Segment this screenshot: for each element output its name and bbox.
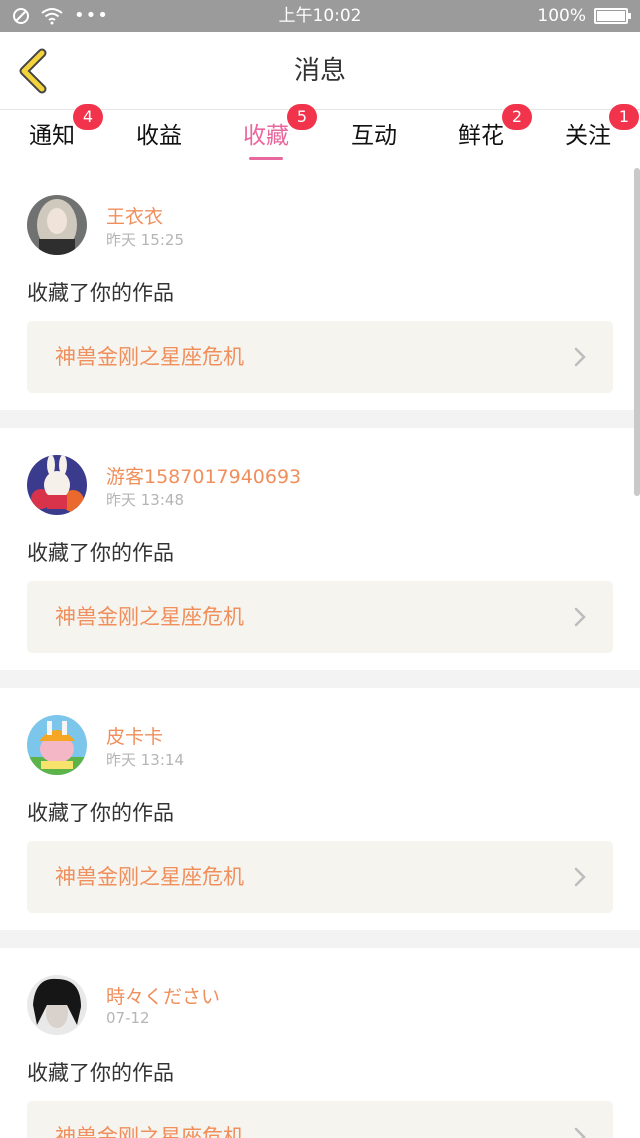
list-item: 時々ください 07-12 收藏了你的作品 神兽金刚之星座危机 — [0, 948, 640, 1138]
tab-badge: 5 — [287, 104, 317, 130]
divider — [0, 670, 640, 688]
tab-favorites[interactable]: 收藏 5 — [221, 104, 317, 168]
work-title: 神兽金刚之星座危机 — [55, 1125, 244, 1138]
user-name[interactable]: 王衣衣 — [106, 202, 163, 229]
user-name[interactable]: 時々ください — [106, 982, 220, 1009]
action-text: 收藏了你的作品 — [27, 281, 174, 305]
avatar[interactable] — [27, 455, 87, 515]
user-name[interactable]: 皮卡卡 — [106, 722, 163, 749]
message-tabs: 通知 4 收益 收藏 5 互动 鲜花 2 关注 1 — [0, 104, 640, 168]
message-time: 昨天 13:14 — [106, 751, 184, 769]
status-bar: ••• 上午10:02 100% — [0, 0, 640, 32]
avatar-girl-image — [27, 195, 87, 255]
tab-label: 收藏 — [243, 123, 289, 149]
tab-label: 鲜花 — [458, 123, 504, 149]
action-text: 收藏了你的作品 — [27, 541, 174, 565]
divider — [0, 410, 640, 428]
tab-label: 收益 — [136, 123, 182, 149]
chevron-right-icon — [574, 347, 586, 367]
tab-badge: 4 — [73, 104, 103, 130]
chevron-right-icon — [574, 867, 586, 887]
scrollbar[interactable] — [634, 168, 640, 496]
battery-icon — [594, 8, 631, 24]
active-tab-indicator — [249, 157, 283, 160]
avatar[interactable] — [27, 195, 87, 255]
message-time: 07-12 — [106, 1009, 150, 1027]
battery-percent: 100% — [537, 6, 586, 26]
tab-label: 关注 — [565, 123, 611, 149]
message-list: 王衣衣 昨天 15:25 收藏了你的作品 神兽金刚之星座危机 游客1587017… — [0, 168, 640, 1138]
chevron-right-icon — [574, 1127, 586, 1138]
tab-follows[interactable]: 关注 1 — [543, 104, 639, 168]
list-item: 王衣衣 昨天 15:25 收藏了你的作品 神兽金刚之星座危机 — [0, 168, 640, 410]
tab-earnings[interactable]: 收益 — [114, 110, 204, 168]
work-link[interactable]: 神兽金刚之星座危机 — [27, 321, 613, 393]
avatar-boy-image — [27, 975, 87, 1035]
tab-interactions[interactable]: 互动 — [329, 110, 419, 168]
work-link[interactable]: 神兽金刚之星座危机 — [27, 1101, 613, 1138]
tab-badge: 2 — [502, 104, 532, 130]
action-text: 收藏了你的作品 — [27, 1061, 174, 1085]
avatar-cartoon-image — [27, 715, 87, 775]
avatar[interactable] — [27, 975, 87, 1035]
message-time: 昨天 13:48 — [106, 491, 184, 509]
list-item: 游客1587017940693 昨天 13:48 收藏了你的作品 神兽金刚之星座… — [0, 428, 640, 670]
tab-notifications[interactable]: 通知 4 — [7, 104, 103, 168]
work-title: 神兽金刚之星座危机 — [55, 605, 244, 629]
avatar-rabbit-image — [27, 455, 87, 515]
work-title: 神兽金刚之星座危机 — [55, 865, 244, 889]
work-link[interactable]: 神兽金刚之星座危机 — [27, 581, 613, 653]
user-name[interactable]: 游客1587017940693 — [106, 462, 301, 489]
work-title: 神兽金刚之星座危机 — [55, 345, 244, 369]
avatar[interactable] — [27, 715, 87, 775]
chevron-right-icon — [574, 607, 586, 627]
divider — [0, 930, 640, 948]
status-right: 100% — [537, 4, 631, 28]
tab-label: 互动 — [351, 123, 397, 149]
list-item: 皮卡卡 昨天 13:14 收藏了你的作品 神兽金刚之星座危机 — [0, 688, 640, 930]
work-link[interactable]: 神兽金刚之星座危机 — [27, 841, 613, 913]
message-time: 昨天 15:25 — [106, 231, 184, 249]
tab-badge: 1 — [609, 104, 639, 130]
tab-flowers[interactable]: 鲜花 2 — [436, 104, 532, 168]
action-text: 收藏了你的作品 — [27, 801, 174, 825]
tab-label: 通知 — [29, 123, 75, 149]
nav-header: 消息 — [0, 32, 640, 110]
page-title: 消息 — [293, 56, 346, 86]
